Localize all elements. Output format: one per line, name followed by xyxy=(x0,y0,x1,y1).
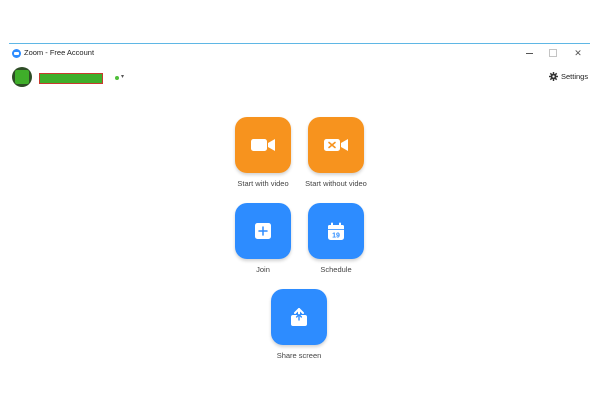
zoom-window: Zoom - Free Account ✕ ▾ Settings Start w… xyxy=(9,43,590,399)
settings-button[interactable]: Settings xyxy=(549,72,588,81)
minimize-button[interactable] xyxy=(517,44,541,62)
video-camera-off-icon xyxy=(324,139,348,151)
share-screen-icon xyxy=(291,308,307,326)
start-without-video-button[interactable] xyxy=(308,117,364,173)
avatar[interactable] xyxy=(12,67,32,87)
title-bar[interactable]: Zoom - Free Account ✕ xyxy=(9,44,590,62)
minimize-icon xyxy=(525,52,533,54)
start-with-video-button[interactable] xyxy=(235,117,291,173)
close-icon: ✕ xyxy=(574,47,582,58)
zoom-logo-icon xyxy=(12,49,21,58)
calendar-icon: 19 xyxy=(328,222,344,240)
settings-label: Settings xyxy=(561,72,589,81)
status-dot-icon[interactable] xyxy=(115,76,119,80)
username-redacted xyxy=(39,73,103,84)
calendar-day: 19 xyxy=(332,232,340,239)
video-camera-icon xyxy=(251,139,275,151)
status-dropdown-icon[interactable]: ▾ xyxy=(121,73,124,80)
schedule-label: Schedule xyxy=(320,265,352,274)
maximize-icon xyxy=(549,49,557,57)
start-without-video-label: Start without video xyxy=(305,179,367,188)
share-screen-label: Share screen xyxy=(276,351,322,360)
close-button[interactable]: ✕ xyxy=(566,44,590,62)
plus-icon xyxy=(255,223,271,239)
join-button[interactable] xyxy=(235,203,291,259)
maximize-button[interactable] xyxy=(541,44,565,62)
schedule-button[interactable]: 19 xyxy=(308,203,364,259)
gear-icon xyxy=(549,72,558,81)
window-title: Zoom - Free Account xyxy=(24,48,95,57)
share-screen-button[interactable] xyxy=(271,289,327,345)
